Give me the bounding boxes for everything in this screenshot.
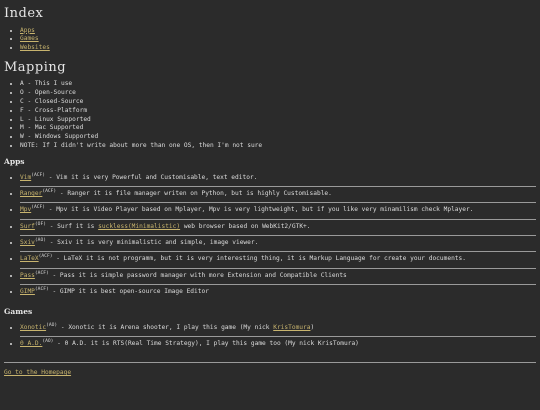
websites-link[interactable]: Websites — [20, 44, 50, 51]
game-link-xonotic[interactable]: Xonotic — [20, 324, 46, 331]
footer-separator — [4, 362, 536, 364]
mapping-item: A - This I use — [20, 80, 536, 88]
app-tags: (ACF) — [31, 205, 46, 211]
app-description: - Surf it is — [45, 222, 99, 230]
list-item: LaTeX(ACF) - LaTeX it is not programm, b… — [20, 252, 536, 267]
apps-list: Mpv(ACF) - Mpv it is Video Player based … — [4, 203, 536, 218]
app-description: - Sxiv it is very minimalistic and simpl… — [45, 239, 259, 247]
list-item: Surf(OF) - Surf it is suckless(Minimalis… — [20, 220, 536, 235]
app-description: - GIMP it is best open-source Image Edit… — [48, 288, 209, 296]
app-tags: (ACF) — [31, 172, 46, 178]
mapping-item: W - Windows Supported — [20, 133, 536, 141]
index-item: Games — [20, 35, 536, 43]
list-item: Vim(ACF) - Vim it is very Powerful and C… — [20, 171, 536, 186]
game-tags: (AO) — [42, 338, 54, 344]
list-item: Ranger(ACF) - Ranger it is file manager … — [20, 187, 536, 202]
app-tags: (AO) — [34, 238, 46, 244]
games-list: 0 A.D.(AO) - 0 A.D. it is RTS(Real Time … — [4, 337, 536, 352]
app-tags: (ACF) — [42, 188, 57, 194]
game-description: - Xonotic it is Arena shooter, I play th… — [57, 323, 274, 331]
games-link[interactable]: Games — [20, 35, 39, 42]
mapping-item: C - Closed-Source — [20, 98, 536, 106]
homepage-link[interactable]: Go to the Homepage — [4, 369, 71, 377]
index-item: Apps — [20, 27, 536, 35]
mapping-item: O - Open-Source — [20, 89, 536, 97]
game-link-0ad[interactable]: 0 A.D. — [20, 340, 42, 347]
app-tags: (ACF) — [34, 270, 49, 276]
apps-list: GIMP(ACF) - GIMP it is best open-source … — [4, 285, 536, 300]
mapping-item: M - Mac Supported — [20, 124, 536, 132]
mapping-item: NOTE: If I didn't write about more than … — [20, 142, 536, 150]
app-description: - Mpv it is Video Player based on Mplaye… — [45, 206, 474, 214]
games-heading: Games — [4, 306, 33, 316]
games-list: Xonotic(AO) - Xonotic it is Arena shoote… — [4, 321, 536, 336]
app-description: - LaTeX it is not programm, but it is ve… — [52, 255, 466, 263]
mapping-list: A - This I use O - Open-Source C - Close… — [4, 80, 536, 150]
app-description: - Pass it is simple password manager wit… — [48, 271, 347, 279]
mapping-item: F - Cross-Platform — [20, 107, 536, 115]
list-item: 0 A.D.(AO) - 0 A.D. it is RTS(Real Time … — [20, 337, 536, 352]
apps-list: Sxiv(AO) - Sxiv it is very minimalistic … — [4, 236, 536, 251]
mapping-item: L - Linux Supported — [20, 116, 536, 124]
list-item: GIMP(ACF) - GIMP it is best open-source … — [20, 285, 536, 300]
app-tags: (ACF) — [38, 254, 53, 260]
apps-heading: Apps — [4, 156, 25, 166]
app-description: web browser based on WebKit2/GTK+. — [180, 222, 311, 230]
apps-link[interactable]: Apps — [20, 27, 35, 34]
apps-list: Surf(OF) - Surf it is suckless(Minimalis… — [4, 220, 536, 235]
app-link-latex[interactable]: LaTeX — [20, 255, 39, 262]
suckless-link[interactable]: suckless(Minimalistic) — [98, 223, 180, 230]
app-description: - Ranger it is file manager writen on Py… — [56, 190, 332, 198]
apps-list: LaTeX(ACF) - LaTeX it is not programm, b… — [4, 252, 536, 267]
list-item: Mpv(ACF) - Mpv it is Video Player based … — [20, 203, 536, 218]
app-link-sxiv[interactable]: Sxiv — [20, 239, 35, 246]
list-item: Sxiv(AO) - Sxiv it is very minimalistic … — [20, 236, 536, 251]
index-list: Apps Games Websites — [4, 27, 536, 53]
app-link-surf[interactable]: Surf — [20, 223, 35, 230]
app-link-pass[interactable]: Pass — [20, 272, 35, 279]
app-link-mpv[interactable]: Mpv — [20, 206, 31, 213]
nick-link[interactable]: KrisTomura — [273, 324, 310, 331]
index-item: Websites — [20, 44, 536, 52]
app-tags: (ACF) — [34, 287, 49, 293]
app-link-gimp[interactable]: GIMP — [20, 288, 35, 295]
apps-list: Pass(ACF) - Pass it is simple password m… — [4, 269, 536, 284]
apps-list: Vim(ACF) - Vim it is very Powerful and C… — [4, 171, 536, 186]
game-description: - 0 A.D. it is RTS(Real Time Strategy), … — [53, 340, 359, 348]
game-tags: (AO) — [46, 322, 58, 328]
index-heading: Index — [4, 6, 44, 21]
game-description-end: ) — [310, 323, 315, 331]
list-item: Pass(ACF) - Pass it is simple password m… — [20, 269, 536, 284]
list-item: Xonotic(AO) - Xonotic it is Arena shoote… — [20, 321, 536, 336]
app-description: - Vim it is very Powerful and Customisab… — [45, 173, 258, 181]
app-tags: (OF) — [34, 221, 46, 227]
app-link-ranger[interactable]: Ranger — [20, 190, 42, 197]
mapping-heading: Mapping — [4, 59, 67, 75]
apps-list: Ranger(ACF) - Ranger it is file manager … — [4, 187, 536, 202]
app-link-vim[interactable]: Vim — [20, 174, 31, 181]
